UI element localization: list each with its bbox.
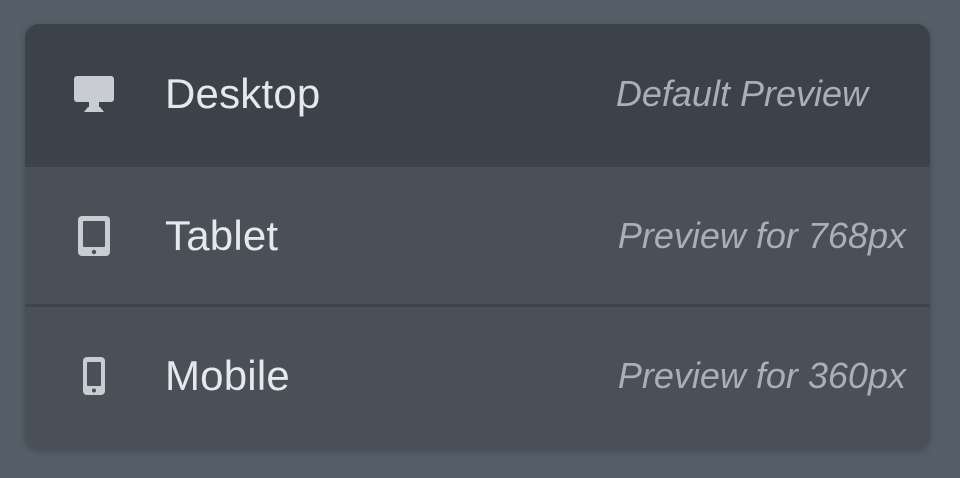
desktop-icon — [71, 71, 117, 117]
tablet-icon — [71, 213, 117, 259]
device-preview-menu: Desktop Default Preview Tablet Preview f… — [25, 24, 930, 449]
menu-item-desktop[interactable]: Desktop Default Preview — [25, 24, 930, 164]
mobile-icon — [71, 353, 117, 399]
menu-item-label: Desktop — [165, 70, 321, 117]
menu-item-description: Preview for 768px — [617, 214, 906, 256]
menu-item-label: Mobile — [165, 351, 290, 399]
menu-item-mobile[interactable]: Mobile Preview for 360px — [25, 304, 930, 444]
menu-item-tablet[interactable]: Tablet Preview for 768px — [25, 164, 930, 304]
menu-item-description: Default Preview — [615, 73, 868, 114]
menu-item-description: Preview for 360px — [617, 354, 906, 396]
menu-item-label: Tablet — [165, 211, 279, 259]
